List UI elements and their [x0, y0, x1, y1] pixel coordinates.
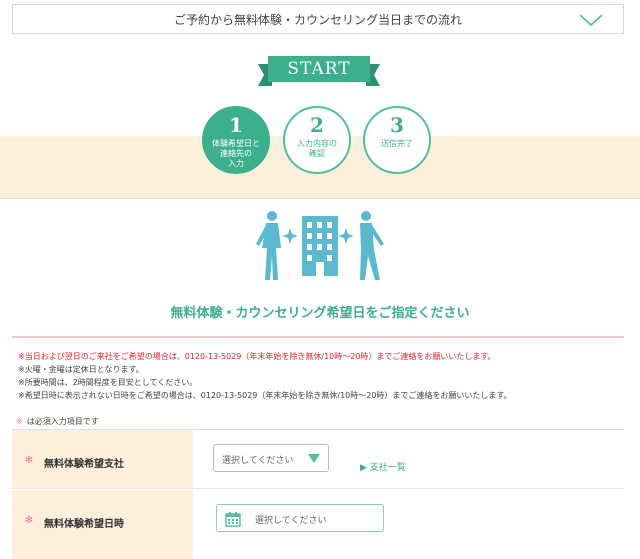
- chevron-down-icon: [579, 14, 603, 26]
- step-number: 2: [310, 113, 324, 137]
- ribbon-label: START: [287, 59, 351, 79]
- branch-list-link[interactable]: ▶ 支社一覧: [360, 460, 406, 473]
- step-label: 体験希望日と 連絡先の 入力: [212, 139, 260, 168]
- branch-select[interactable]: 選択してください: [213, 444, 329, 472]
- step-2: 2 入力内容の 確認: [283, 106, 351, 174]
- step-label: 送信完了: [381, 139, 413, 148]
- step-number: 1: [229, 113, 243, 137]
- required-icon: ✻: [24, 515, 34, 526]
- required-star: ※: [16, 417, 23, 426]
- branch-select-value: 選択してください: [222, 456, 294, 466]
- start-ribbon: START: [258, 52, 380, 92]
- note-line: ※当日および翌日のご来社をご希望の場合は、0120-13-5029（年末年始を除…: [18, 352, 496, 361]
- accordion-title: ご予約から無料体験・カウンセリング当日までの流れ: [173, 12, 462, 27]
- datetime-placeholder: 選択してください: [255, 516, 327, 526]
- required-note-text: は必須入力項目です: [26, 417, 99, 426]
- note-line: ※所要時間は、2時間程度を目安としてください。: [18, 378, 198, 387]
- heading-underline: [12, 336, 624, 338]
- required-icon: ✻: [24, 455, 34, 466]
- branch-label: 無料体験希望支社: [44, 459, 124, 470]
- note-line: ※希望日時に表示されない日時をご希望の場合は、0120-13-5029（年末年始…: [18, 391, 512, 400]
- datetime-picker[interactable]: 選択してください: [216, 504, 384, 532]
- step-number: 3: [390, 113, 404, 137]
- section-heading: 無料体験・カウンセリング希望日をご指定ください: [170, 306, 470, 321]
- notes-block: ※当日および翌日のご来社をご希望の場合は、0120-13-5029（年末年始を除…: [18, 350, 624, 402]
- flow-accordion[interactable]: ご予約から無料体験・カウンセリング当日までの流れ: [12, 4, 624, 34]
- note-line: ※火曜・金曜は定休日となります。: [18, 365, 144, 374]
- step-label: 入力内容の 確認: [297, 139, 337, 158]
- required-note: ※ は必須入力項目です: [16, 416, 99, 427]
- step-3: 3 送信完了: [363, 106, 431, 174]
- datetime-row: ✻ 無料体験希望日時 選択してください: [12, 490, 624, 559]
- band-divider: [0, 198, 640, 199]
- datetime-label: 無料体験希望日時: [44, 519, 124, 530]
- branch-row: ✻ 無料体験希望支社 選択してください ▶ 支社一覧: [12, 430, 624, 489]
- dropdown-arrow-icon: [308, 454, 320, 463]
- people-building-illustration: [256, 211, 384, 280]
- calendar-icon: [225, 512, 241, 527]
- step-1: 1 体験希望日と 連絡先の 入力: [202, 106, 270, 174]
